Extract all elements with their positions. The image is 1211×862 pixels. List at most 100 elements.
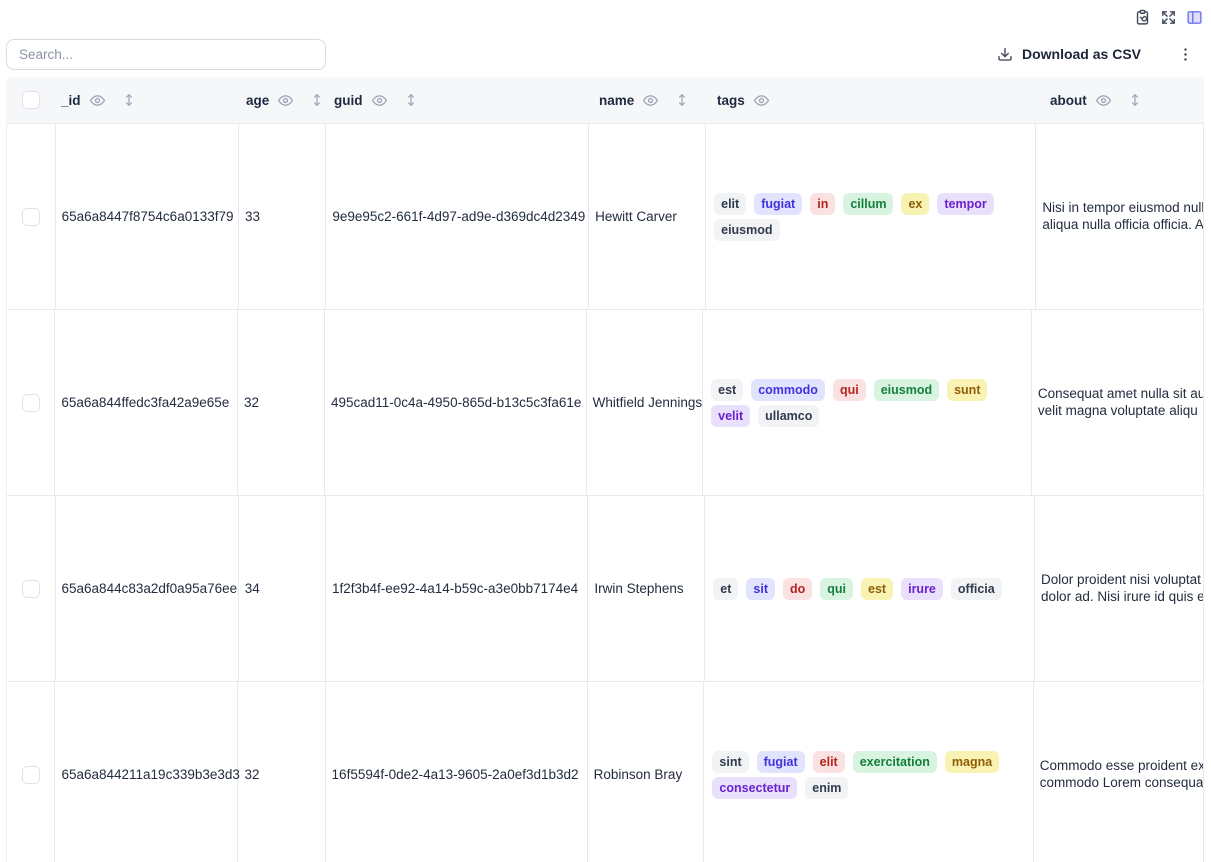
cell-tags: elit fugiat in cillum ex tempor eiusmod (706, 124, 1036, 309)
toolbar-right: Download as CSV (991, 45, 1205, 63)
sort-icon[interactable] (675, 93, 689, 107)
cell-id: 65a6a844c83a2df0a95a76ee (56, 496, 239, 681)
cell-name: Irwin Stephens (588, 496, 705, 681)
column-header-age: age (240, 93, 328, 108)
tag-pill: eiusmod (714, 219, 779, 241)
column-header-guid: guid (328, 93, 593, 108)
download-csv-button[interactable]: Download as CSV (991, 45, 1147, 63)
sort-icon[interactable] (1128, 93, 1142, 107)
cell-tags: estcommodoquieiusmodsuntvelitullamco (703, 310, 1032, 495)
sort-icon[interactable] (310, 93, 324, 107)
tags-group: sint fugiat elit exercitation magna consectet… (712, 751, 1024, 799)
table-layout-icon (1186, 9, 1203, 26)
column-header-label: guid (334, 93, 363, 108)
table-layout-button[interactable] (1186, 9, 1203, 26)
column-header-name: name (593, 93, 711, 108)
cell-checkbox (7, 496, 56, 681)
tag-pill: sunt (947, 379, 987, 401)
table-row: 65a6a844ffedc3fa42a9e65e 32 495cad11-0c4… (6, 310, 1204, 496)
column-visibility-eye-icon[interactable] (278, 93, 293, 108)
cell-age: 32 (238, 682, 325, 862)
download-icon (997, 46, 1013, 62)
tag-pill: et (713, 578, 738, 600)
column-header-_id: _id (55, 93, 240, 108)
tag-pill: consectetur (712, 777, 797, 799)
tag-pill: fugiat (757, 751, 805, 773)
row-checkbox[interactable] (22, 208, 40, 226)
column-header-label: _id (61, 93, 81, 108)
column-visibility-eye-icon[interactable] (372, 93, 387, 108)
sort-icon[interactable] (122, 93, 136, 107)
column-header-about: about (1044, 93, 1204, 108)
more-options-button[interactable] (1177, 46, 1194, 63)
cell-about: Nisi in tempor eiusmod nullaliqua nulla … (1036, 124, 1204, 309)
tag-pill: eiusmod (874, 379, 939, 401)
cell-checkbox (7, 124, 56, 309)
table-row: 65a6a8447f8754c6a0133f79 33 9e9e95c2-661… (6, 124, 1204, 310)
search-input[interactable] (6, 39, 326, 70)
sort-icon[interactable] (404, 93, 418, 107)
cell-about: Consequat amet nulla sit auvelit magna v… (1032, 310, 1204, 495)
about-text-line: dolor ad. Nisi irure id quis e (1041, 589, 1203, 606)
cell-about: Dolor proident nisi voluptatdolor ad. Ni… (1035, 496, 1204, 681)
about-text-line: aliqua nulla officia officia. A (1042, 217, 1203, 234)
tags-group: etsitdoquiestirureofficia (713, 578, 1025, 600)
tag-pill: irure (901, 578, 943, 600)
tag-pill: ex (901, 193, 929, 215)
cell-id: 65a6a8447f8754c6a0133f79 (56, 124, 239, 309)
about-text-line: Consequat amet nulla sit au (1038, 386, 1203, 403)
tag-pill: qui (820, 578, 853, 600)
tag-pill: est (861, 578, 893, 600)
cell-name: Whitfield Jennings (587, 310, 704, 495)
tag-pill: fugiat (754, 193, 802, 215)
column-header-label: age (246, 93, 269, 108)
cell-age: 34 (239, 496, 326, 681)
row-checkbox[interactable] (22, 766, 40, 784)
column-visibility-eye-icon[interactable] (643, 93, 658, 108)
data-table: _id age (6, 77, 1204, 862)
clipboard-paste-icon (1134, 9, 1151, 26)
select-all-checkbox[interactable] (22, 91, 40, 109)
tag-pill: magna (945, 751, 999, 773)
cell-about: Commodo esse proident excommodo Lorem co… (1034, 682, 1204, 862)
table-body: 65a6a8447f8754c6a0133f79 33 9e9e95c2-661… (6, 124, 1204, 862)
kebab-menu-icon (1177, 46, 1194, 63)
tag-pill: do (783, 578, 812, 600)
tag-pill: cillum (843, 193, 893, 215)
row-checkbox[interactable] (22, 580, 40, 598)
cell-guid: 1f2f3b4f-ee92-4a14-b59c-a3e0bb7174e4 (326, 496, 588, 681)
tag-pill: sint (712, 751, 748, 773)
cell-tags: sint fugiat elit exercitation magna consectet… (704, 682, 1033, 862)
cell-guid: 495cad11-0c4a-4950-865d-b13c5c3fa61e (325, 310, 587, 495)
table-row: 65a6a844c83a2df0a95a76ee 34 1f2f3b4f-ee9… (6, 496, 1204, 682)
cell-age: 33 (239, 124, 326, 309)
window-controls (1134, 9, 1203, 26)
expand-fullscreen-button[interactable] (1160, 9, 1177, 26)
tags-group: elit fugiat in cillum ex tempor eiusmod (714, 193, 1026, 241)
toolbar: Download as CSV (6, 38, 1205, 70)
tag-pill: est (711, 379, 743, 401)
cell-checkbox (7, 682, 55, 862)
column-header-label: tags (717, 93, 745, 108)
about-text-line: Commodo esse proident ex (1040, 758, 1203, 775)
tag-pill: elit (813, 751, 845, 773)
column-visibility-eye-icon[interactable] (90, 93, 105, 108)
column-header-label: about (1050, 93, 1087, 108)
cell-name: Hewitt Carver (589, 124, 706, 309)
tag-pill: elit (714, 193, 746, 215)
expand-icon (1160, 9, 1177, 26)
tag-pill: tempor (937, 193, 993, 215)
column-visibility-eye-icon[interactable] (1096, 93, 1111, 108)
tag-pill: in (810, 193, 835, 215)
tag-pill: commodo (751, 379, 825, 401)
column-header-label: name (599, 93, 634, 108)
tag-pill: exercitation (853, 751, 937, 773)
clipboard-paste-button[interactable] (1134, 9, 1151, 26)
cell-guid: 16f5594f-0de2-4a13-9605-2a0ef3d1b3d2 (326, 682, 588, 862)
cell-name: Robinson Bray (588, 682, 705, 862)
column-visibility-eye-icon[interactable] (754, 93, 769, 108)
tag-pill: sit (746, 578, 775, 600)
row-checkbox[interactable] (22, 394, 40, 412)
cell-age: 32 (238, 310, 325, 495)
cell-guid: 9e9e95c2-661f-4d97-ad9e-d369dc4d2349 (326, 124, 589, 309)
